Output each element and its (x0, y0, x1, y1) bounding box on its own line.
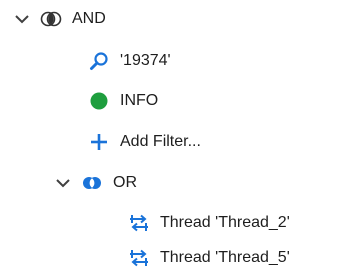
chevron-down-icon[interactable] (14, 11, 30, 27)
filter-item-level[interactable]: INFO (88, 86, 158, 116)
filter-item-search[interactable]: '19374' (88, 46, 171, 76)
thread-icon (128, 212, 150, 234)
add-filter-button[interactable]: Add Filter... (88, 127, 201, 157)
search-filter-label: '19374' (120, 52, 171, 69)
or-operator-label: OR (113, 174, 137, 191)
tree-node-and[interactable]: AND (14, 4, 106, 34)
add-filter-label: Add Filter... (120, 133, 201, 150)
tree-node-or[interactable]: OR (55, 168, 137, 198)
and-operator-icon (40, 8, 62, 30)
thread-icon (128, 247, 150, 269)
green-circle-icon (88, 90, 110, 112)
thread-filter-label: Thread 'Thread_2' (160, 214, 290, 231)
chevron-down-icon[interactable] (55, 175, 71, 191)
filter-item-thread[interactable]: Thread 'Thread_5' (128, 243, 290, 273)
and-operator-label: AND (72, 10, 106, 27)
plus-icon (88, 131, 110, 153)
filter-item-thread[interactable]: Thread 'Thread_2' (128, 208, 290, 238)
thread-filter-label: Thread 'Thread_5' (160, 249, 290, 266)
level-filter-label: INFO (120, 92, 159, 109)
search-icon (88, 50, 110, 72)
or-operator-icon (81, 172, 103, 194)
